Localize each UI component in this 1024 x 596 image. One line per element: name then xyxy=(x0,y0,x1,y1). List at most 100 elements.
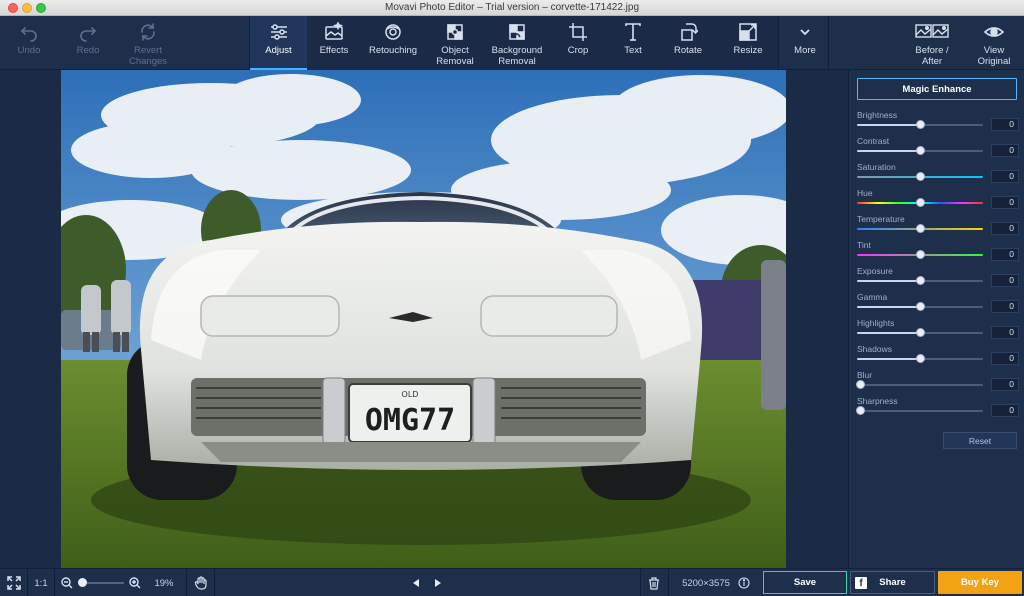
buy-key-button[interactable]: Buy Key xyxy=(938,571,1022,594)
zoom-in-button[interactable] xyxy=(126,569,144,596)
slider-thumb[interactable] xyxy=(916,302,925,311)
magic-enhance-button[interactable]: Magic Enhance xyxy=(857,78,1017,100)
triangle-right-icon xyxy=(435,579,441,587)
chevron-down-icon xyxy=(800,29,810,36)
photo-canvas[interactable]: OLD OMG77 xyxy=(61,70,786,568)
slider-fill xyxy=(857,332,920,334)
slider-value-field[interactable]: 0 xyxy=(991,300,1019,313)
tab-rotate[interactable]: Rotate xyxy=(660,16,716,70)
view-original-button[interactable]: View Original xyxy=(968,16,1020,70)
background-removal-line1: Background xyxy=(491,45,543,56)
redo-icon xyxy=(80,27,97,42)
slider-track[interactable] xyxy=(857,410,983,412)
slider-value-field[interactable]: 0 xyxy=(991,248,1019,261)
slider-fill xyxy=(857,358,920,360)
slider-thumb[interactable] xyxy=(916,146,925,155)
slider-sharpness: Sharpness 0 xyxy=(856,396,1019,422)
undo-button[interactable]: Undo xyxy=(4,16,54,70)
slider-thumb[interactable] xyxy=(856,380,865,389)
tab-background-removal[interactable]: Background Removal xyxy=(485,16,549,70)
slider-value-field[interactable]: 0 xyxy=(991,274,1019,287)
undo-icon xyxy=(20,27,37,42)
slider-label: Highlights xyxy=(857,318,895,328)
slider-label: Hue xyxy=(857,188,873,198)
zoom-in-icon xyxy=(129,577,141,589)
fullscreen-button[interactable] xyxy=(0,569,27,596)
slider-track[interactable] xyxy=(857,384,983,386)
facebook-icon: f xyxy=(855,577,867,589)
tab-text[interactable]: Text xyxy=(607,16,659,70)
tab-resize[interactable]: Resize xyxy=(717,16,779,70)
info-button[interactable] xyxy=(736,569,752,596)
rotate-icon xyxy=(681,23,698,41)
slider-thumb[interactable] xyxy=(916,172,925,181)
zoom-slider-thumb[interactable] xyxy=(78,578,87,587)
slider-value-field[interactable]: 0 xyxy=(991,170,1019,183)
share-button[interactable]: f Share xyxy=(850,571,935,594)
slider-value-field[interactable]: 0 xyxy=(991,222,1019,235)
slider-highlights: Highlights 0 xyxy=(857,318,1019,344)
revert-changes-button[interactable]: Revert Changes xyxy=(120,16,176,70)
zoom-out-button[interactable] xyxy=(58,569,76,596)
revert-label-line1: Revert xyxy=(134,45,162,56)
slider-label: Exposure xyxy=(857,266,893,276)
slider-fill xyxy=(857,306,920,308)
slider-value-field[interactable]: 0 xyxy=(991,352,1019,365)
slider-value-field[interactable]: 0 xyxy=(991,404,1019,417)
license-plate-text: OMG77 xyxy=(365,403,455,438)
slider-value-field[interactable]: 0 xyxy=(991,118,1019,131)
before-after-line1: Before / xyxy=(915,45,949,56)
delete-button[interactable] xyxy=(644,569,664,596)
slider-value-field[interactable]: 0 xyxy=(991,144,1019,157)
slider-thumb[interactable] xyxy=(916,250,925,259)
slider-value-field[interactable]: 0 xyxy=(991,378,1019,391)
slider-thumb[interactable] xyxy=(856,406,865,415)
object-removal-line2: Removal xyxy=(436,55,474,67)
slider-blur: Blur 0 xyxy=(856,370,1019,396)
slider-thumb[interactable] xyxy=(916,276,925,285)
slider-temperature: Temperature 0 xyxy=(857,214,1019,240)
slider-saturation: Saturation 0 xyxy=(857,162,1019,188)
hand-tool-button[interactable] xyxy=(190,569,212,596)
tab-adjust[interactable]: Adjust xyxy=(250,16,307,70)
previous-image-button[interactable] xyxy=(408,569,424,596)
before-after-button[interactable]: Before / After xyxy=(906,16,958,70)
revert-label-line2: Changes xyxy=(128,55,168,67)
slider-shadows: Shadows 0 xyxy=(857,344,1019,370)
canvas-area[interactable]: OLD OMG77 xyxy=(0,70,848,568)
tab-object-removal[interactable]: Object Removal xyxy=(426,16,484,70)
slider-label: Brightness xyxy=(857,110,898,120)
tab-crop[interactable]: Crop xyxy=(550,16,606,70)
more-button[interactable]: More xyxy=(782,16,828,70)
reset-button[interactable]: Reset xyxy=(943,432,1017,449)
slider-thumb[interactable] xyxy=(916,328,925,337)
resize-icon xyxy=(739,23,757,41)
tab-retouching[interactable]: Retouching xyxy=(361,16,425,70)
object-removal-icon xyxy=(447,24,463,40)
slider-thumb[interactable] xyxy=(916,120,925,129)
fullscreen-icon xyxy=(6,576,21,590)
actual-size-button[interactable]: 1:1 xyxy=(28,569,54,596)
hand-icon xyxy=(194,576,207,590)
slider-thumb[interactable] xyxy=(916,354,925,363)
object-removal-line1: Object xyxy=(441,45,469,56)
slider-label: Shadows xyxy=(857,344,892,354)
tool-tabs: Adjust Effects Retouching Object Removal … xyxy=(249,16,779,70)
effects-icon xyxy=(325,22,344,40)
save-button[interactable]: Save xyxy=(763,571,847,594)
adjust-panel: Magic Enhance Brightness 0 Contrast 0 Satura… xyxy=(848,70,1024,568)
slider-thumb[interactable] xyxy=(916,224,925,233)
before-after-icon xyxy=(915,24,949,38)
slider-thumb[interactable] xyxy=(916,198,925,207)
slider-value-field[interactable]: 0 xyxy=(991,326,1019,339)
slider-value-field[interactable]: 0 xyxy=(991,196,1019,209)
info-icon xyxy=(738,577,750,589)
next-image-button[interactable] xyxy=(430,569,446,596)
retouching-icon xyxy=(385,24,401,40)
trash-icon xyxy=(649,576,659,590)
tab-effects[interactable]: Effects xyxy=(308,16,360,70)
slider-fill xyxy=(857,124,920,126)
slider-label: Tint xyxy=(857,240,871,250)
slider-hue: Hue 0 xyxy=(857,188,1019,214)
redo-button[interactable]: Redo xyxy=(63,16,113,70)
